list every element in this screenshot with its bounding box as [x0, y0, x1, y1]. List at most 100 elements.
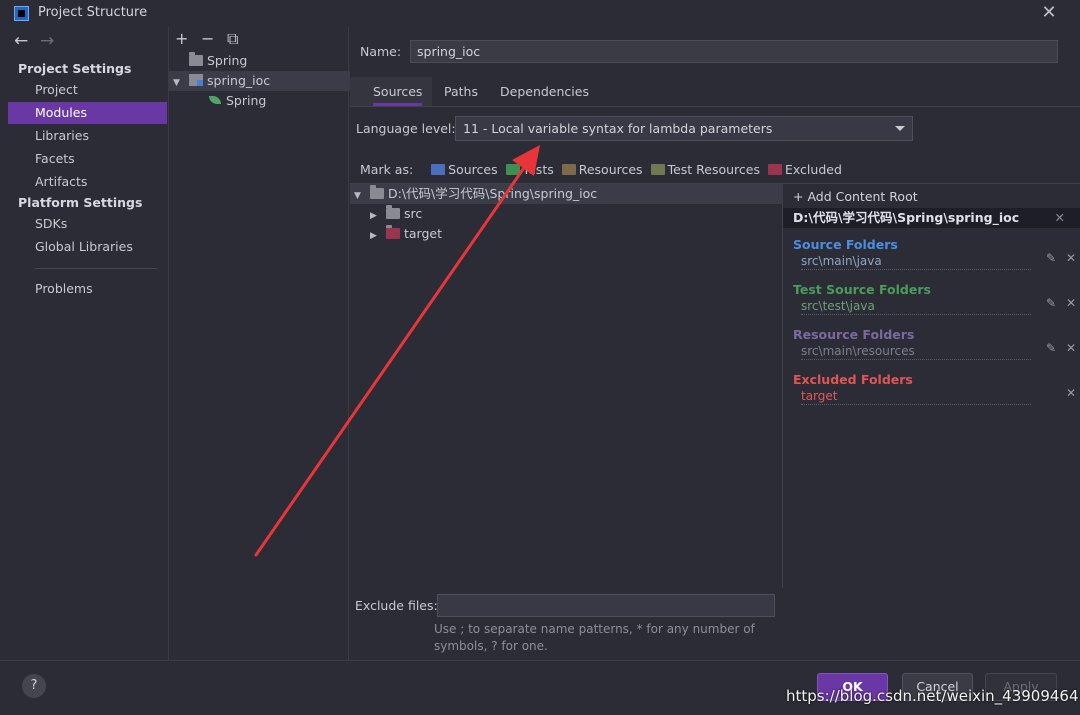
expand-triangle-icon[interactable]: ▼ [354, 186, 364, 206]
excluded-folder-icon [386, 225, 400, 239]
folder-icon [189, 52, 203, 66]
nav-item-project[interactable]: Project [8, 79, 167, 101]
nav-arrows: ← → [14, 31, 66, 51]
forward-arrow-icon[interactable]: → [40, 31, 66, 51]
nav-item-sdks[interactable]: SDKs [8, 213, 167, 235]
language-level-dropdown[interactable]: 11 - Local variable syntax for lambda pa… [455, 116, 913, 141]
sources-folder-icon [431, 164, 446, 175]
folder-icon [370, 185, 384, 199]
help-icon[interactable]: ? [22, 674, 46, 698]
tree-item-spring-facet[interactable]: Spring [209, 91, 266, 111]
settings-nav: ← → Project Settings Project Modules Libr… [8, 27, 167, 660]
excluded-folder-icon [767, 164, 782, 175]
mark-as-resources-button[interactable]: Resources [561, 162, 643, 177]
folder-icon [386, 205, 400, 219]
remove-icon[interactable]: ✕ [1061, 339, 1080, 357]
test-source-folders-group: Test Source Folders src\test\java ✎ ✕ [793, 282, 1076, 315]
content-node-label: target [404, 226, 443, 241]
back-arrow-icon[interactable]: ← [14, 31, 40, 51]
tab-paths[interactable]: Paths [444, 84, 478, 99]
edit-pencil-icon[interactable]: ✎ [1041, 249, 1061, 267]
mark-as-bar: Mark as: Sources Tests Resources Test Re… [360, 162, 842, 177]
edit-pencil-icon[interactable]: ✎ [1041, 339, 1061, 357]
tree-item-spring[interactable]: Spring [189, 51, 247, 71]
resource-folders-group: Resource Folders src\main\resources ✎ ✕ [793, 327, 1076, 360]
intellij-app-icon [14, 6, 29, 21]
module-icon [189, 74, 203, 86]
content-root-label: D:\代码\学习代码\Spring\spring_ioc [388, 186, 598, 201]
nav-item-global-libraries[interactable]: Global Libraries [8, 236, 167, 258]
add-icon[interactable]: + [175, 29, 201, 48]
tab-dependencies[interactable]: Dependencies [500, 84, 589, 99]
module-tabs: Sources Paths Dependencies [350, 77, 1080, 107]
source-folders-title: Source Folders [793, 237, 898, 252]
test-resources-folder-icon [650, 164, 665, 175]
excluded-folders-title: Excluded Folders [793, 372, 913, 387]
resource-folder-path[interactable]: src\main\resources ✎ ✕ [801, 341, 1076, 360]
nav-item-libraries[interactable]: Libraries [8, 125, 167, 147]
spring-leaf-icon [209, 96, 221, 104]
tree-item-label: spring_ioc [207, 73, 271, 88]
remove-icon[interactable]: − [201, 29, 227, 48]
module-name-input[interactable]: spring_ioc [410, 40, 1058, 63]
content-root-path: D:\代码\学习代码\Spring\spring_ioc ✕ [783, 208, 1080, 228]
nav-item-modules[interactable]: Modules [8, 102, 167, 124]
content-node-src[interactable]: ▶ src [370, 204, 422, 224]
exclude-files-label: Exclude files: [355, 598, 438, 613]
tab-sources[interactable]: Sources [373, 84, 423, 106]
source-folders-group: Source Folders src\main\java ✎ ✕ [793, 237, 1076, 270]
excluded-folders-group: Excluded Folders target ✕ [793, 372, 1076, 405]
remove-icon[interactable]: ✕ [1061, 384, 1080, 402]
remove-icon[interactable]: ✕ [1061, 294, 1080, 312]
mark-as-tests-button[interactable]: Tests [505, 162, 554, 177]
dialog-footer: ? OK Cancel Apply https://blog.csdn.net/… [0, 660, 1080, 715]
tree-item-spring-ioc[interactable]: ▼ spring_ioc [169, 71, 350, 91]
module-settings-panel: Name: spring_ioc Sources Paths Dependenc… [350, 27, 1080, 660]
content-root-path-label: D:\代码\学习代码\Spring\spring_ioc [793, 210, 1020, 225]
content-node-label: src [404, 206, 423, 221]
resource-folders-title: Resource Folders [793, 327, 915, 342]
tree-item-label: Spring [226, 93, 267, 108]
content-node-target[interactable]: ▶ target [370, 224, 442, 244]
nav-item-problems[interactable]: Problems [8, 278, 167, 300]
project-structure-dialog: Project Structure ✕ ← → Project Settings … [0, 0, 1080, 715]
remove-root-icon[interactable]: ✕ [1055, 208, 1065, 228]
test-source-folder-path[interactable]: src\test\java ✎ ✕ [801, 296, 1076, 315]
language-level-value: 11 - Local variable syntax for lambda pa… [463, 121, 773, 136]
title-bar: Project Structure ✕ [0, 0, 1080, 27]
collapse-triangle-icon[interactable]: ▶ [370, 206, 380, 226]
add-content-root-button[interactable]: + Add Content Root [793, 189, 918, 204]
mark-as-excluded-button[interactable]: Excluded [767, 162, 842, 177]
project-settings-header: Project Settings [18, 61, 132, 76]
tree-item-label: Spring [207, 53, 248, 68]
exclude-files-hint: Use ; to separate name patterns, * for a… [434, 622, 755, 653]
nav-item-facets[interactable]: Facets [8, 148, 167, 170]
collapse-triangle-icon[interactable]: ▶ [370, 226, 380, 246]
copy-icon[interactable]: ⧉ [227, 29, 253, 49]
window-title: Project Structure [38, 5, 148, 20]
nav-divider [35, 268, 157, 269]
excluded-folder-path[interactable]: target ✕ [801, 386, 1076, 405]
exclude-files-input[interactable] [437, 594, 775, 617]
chevron-down-icon [895, 126, 905, 131]
content-root-tree: ▼ D:\代码\学习代码\Spring\spring_ioc ▶ src ▶ targ… [350, 183, 783, 588]
test-source-folders-title: Test Source Folders [793, 282, 931, 297]
language-level-label: Language level: [356, 121, 456, 136]
source-folder-path[interactable]: src\main\java ✎ ✕ [801, 251, 1076, 270]
module-tree-toolbar: + − ⧉ [175, 29, 253, 49]
edit-pencil-icon[interactable]: ✎ [1041, 294, 1061, 312]
watermark-text: https://blog.csdn.net/weixin_43909464 [786, 687, 1079, 705]
content-root-node[interactable]: ▼ D:\代码\学习代码\Spring\spring_ioc [350, 184, 783, 204]
tests-folder-icon [505, 164, 520, 175]
content-roots-panel: + Add Content Root D:\代码\学习代码\Spring\spr… [783, 183, 1080, 660]
remove-icon[interactable]: ✕ [1061, 249, 1080, 267]
mark-as-test-resources-button[interactable]: Test Resources [650, 162, 760, 177]
nav-item-artifacts[interactable]: Artifacts [8, 171, 167, 193]
close-icon[interactable]: ✕ [1040, 2, 1058, 23]
resources-folder-icon [561, 164, 576, 175]
expand-triangle-icon[interactable]: ▼ [173, 73, 183, 93]
mark-as-sources-button[interactable]: Sources [431, 162, 498, 177]
name-label: Name: [360, 44, 402, 59]
mark-as-label: Mark as: [360, 162, 414, 177]
module-tree-pane: + − ⧉ Spring ▼ spring_ioc Spring [168, 27, 350, 660]
